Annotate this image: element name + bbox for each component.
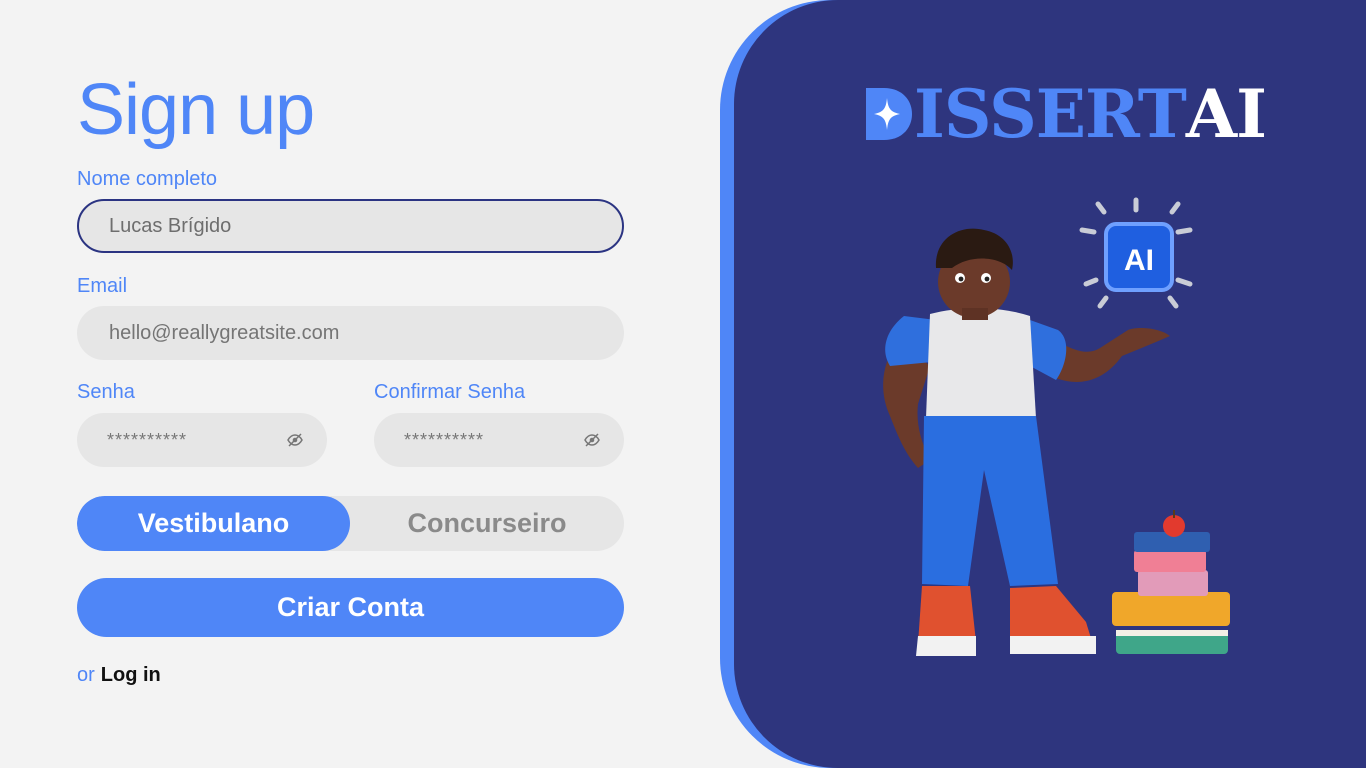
confirm-password-mask: ********** bbox=[404, 429, 485, 450]
student-figure bbox=[883, 228, 1170, 656]
eye-off-icon[interactable] bbox=[584, 432, 600, 448]
confirm-password-label: Confirmar Senha bbox=[374, 381, 526, 403]
password-field[interactable]: ********** bbox=[77, 413, 327, 467]
confirm-password-field[interactable]: ********** bbox=[374, 413, 624, 467]
brand-logo: ISSERT AI bbox=[866, 75, 1267, 153]
toggle-option-concurseiro[interactable]: Concurseiro bbox=[350, 496, 624, 551]
toggle-option-vestibulano[interactable]: Vestibulano bbox=[77, 496, 350, 551]
email-field[interactable] bbox=[77, 306, 624, 360]
email-input[interactable] bbox=[107, 320, 624, 346]
logo-text-blue: ISSERT bbox=[914, 75, 1187, 153]
student-illustration: AI bbox=[883, 197, 1230, 656]
login-link[interactable]: Log in bbox=[101, 664, 161, 686]
logo-text-white: AI bbox=[1185, 75, 1267, 153]
create-account-button[interactable]: Criar Conta bbox=[77, 578, 624, 637]
page-title: Sign up bbox=[77, 70, 315, 150]
full-name-input[interactable] bbox=[107, 213, 622, 239]
eye-off-icon[interactable] bbox=[287, 432, 303, 448]
full-name-label: Nome completo bbox=[77, 168, 218, 190]
password-label: Senha bbox=[77, 381, 135, 403]
ai-badge-icon: AI bbox=[1079, 197, 1193, 309]
email-label: Email bbox=[77, 275, 128, 297]
ai-badge-text: AI bbox=[1124, 244, 1154, 277]
sparkle-d-icon bbox=[866, 88, 912, 140]
book-stack-icon bbox=[1112, 510, 1230, 654]
login-prefix: or bbox=[77, 664, 95, 686]
full-name-field[interactable] bbox=[77, 199, 624, 253]
password-mask: ********** bbox=[107, 429, 188, 450]
profile-toggle: Vestibulano Concurseiro bbox=[77, 496, 624, 551]
login-prompt: or Log in bbox=[77, 664, 161, 687]
